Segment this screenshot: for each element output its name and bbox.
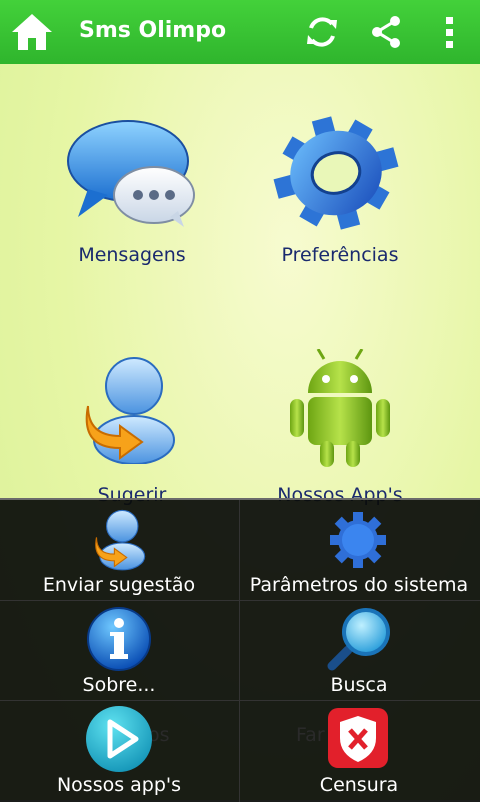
menu-item-label: Nossos app's <box>56 774 182 796</box>
android-robot-icon[interactable] <box>288 349 392 469</box>
tile-label-preferencias[interactable]: Preferências <box>220 244 460 266</box>
menu-item-nossos-apps[interactable]: Nossos app's <box>0 700 238 800</box>
gear-icon <box>330 512 386 568</box>
gear-icon[interactable] <box>270 114 402 232</box>
play-store-icon <box>86 706 152 772</box>
menu-item-label: Censura <box>319 774 399 796</box>
menu-item-label: Parâmetros do sistema <box>249 574 469 596</box>
menu-item-enviar-sugestao[interactable]: Enviar sugestão <box>0 500 238 600</box>
info-icon <box>87 607 151 671</box>
user-arrow-icon[interactable] <box>80 354 180 464</box>
menu-item-busca[interactable]: Busca <box>240 600 478 700</box>
share-icon[interactable] <box>368 14 404 50</box>
menu-item-label: Enviar sugestão <box>42 574 196 596</box>
menu-item-label: Busca <box>330 674 388 696</box>
tile-label-mensagens[interactable]: Mensagens <box>12 244 252 266</box>
menu-item-sobre[interactable]: Sobre... <box>0 600 238 700</box>
user-arrow-icon <box>95 509 146 571</box>
refresh-icon[interactable] <box>304 14 340 50</box>
chat-bubbles-icon[interactable] <box>66 119 198 229</box>
overflow-menu-icon[interactable] <box>432 14 468 50</box>
menu-item-censura[interactable]: Censura <box>240 700 478 800</box>
menu-item-parametros-do-sistema[interactable]: Parâmetros do sistema <box>240 500 478 600</box>
magnifier-icon <box>327 608 390 671</box>
menu-item-label: Sobre... <box>82 674 156 696</box>
action-bar: Sms Olimpo <box>0 0 480 64</box>
options-menu: os Far Enviar sugestão Parâmetros do sis… <box>0 498 480 802</box>
home-icon[interactable] <box>10 12 54 52</box>
shield-x-icon <box>328 708 388 768</box>
app-title: Sms Olimpo <box>79 18 227 43</box>
